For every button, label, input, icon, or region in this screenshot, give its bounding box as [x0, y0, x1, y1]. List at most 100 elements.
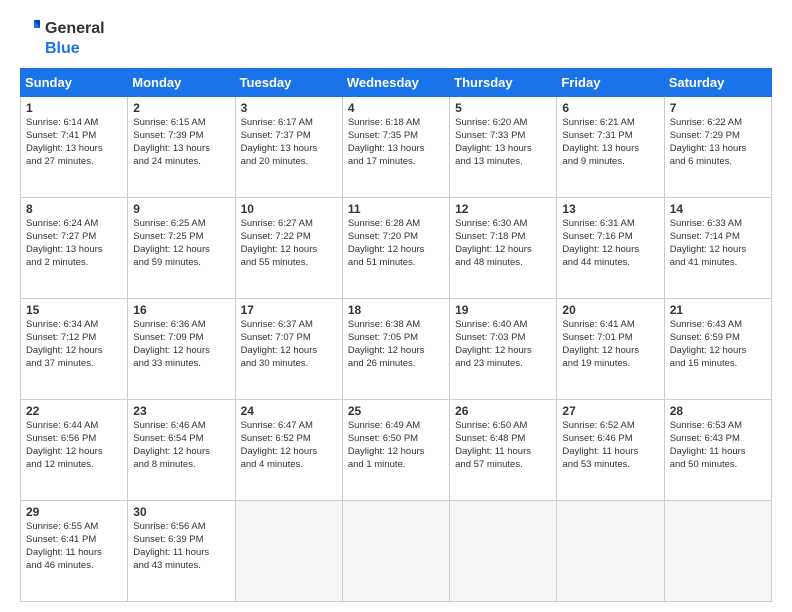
- day-info: Sunrise: 6:56 AMSunset: 6:39 PMDaylight:…: [133, 521, 229, 572]
- calendar-cell: 16Sunrise: 6:36 AMSunset: 7:09 PMDayligh…: [128, 299, 235, 400]
- day-number: 26: [455, 404, 551, 418]
- day-number: 14: [670, 202, 766, 216]
- day-number: 18: [348, 303, 444, 317]
- calendar-cell: 25 Sunrise: 6:49 AMSunset: 6:50 PMDayligh…: [342, 400, 449, 501]
- logo-blue-text: Blue: [45, 40, 105, 58]
- calendar-cell: 8 Sunrise: 6:24 AMSunset: 7:27 PMDaylight…: [21, 198, 128, 299]
- calendar-cell: 26 Sunrise: 6:50 AMSunset: 6:48 PMDayligh…: [450, 400, 557, 501]
- day-number: 20: [562, 303, 658, 317]
- day-info: Sunrise: 6:22 AMSunset: 7:29 PMDaylight:…: [670, 117, 766, 168]
- weekday-header-thursday: Thursday: [450, 69, 557, 97]
- calendar-cell: 29 Sunrise: 6:55 AMSunset: 6:41 PMDayligh…: [21, 501, 128, 602]
- day-number: 24: [241, 404, 337, 418]
- day-info: Sunrise: 6:34 AMSunset: 7:12 PMDaylight:…: [26, 319, 122, 370]
- day-number: 9: [133, 202, 229, 216]
- calendar-cell: [557, 501, 664, 602]
- calendar-cell: 15 Sunrise: 6:34 AMSunset: 7:12 PMDayligh…: [21, 299, 128, 400]
- day-info: Sunrise: 6:46 AMSunset: 6:54 PMDaylight:…: [133, 420, 229, 471]
- day-number: 12: [455, 202, 551, 216]
- day-info: Sunrise: 6:53 AMSunset: 6:43 PMDaylight:…: [670, 420, 766, 471]
- calendar-cell: 21 Sunrise: 6:43 AMSunset: 6:59 PMDayligh…: [664, 299, 771, 400]
- day-info: Sunrise: 6:44 AMSunset: 6:56 PMDaylight:…: [26, 420, 122, 471]
- day-number: 22: [26, 404, 122, 418]
- day-info: Sunrise: 6:31 AMSunset: 7:16 PMDaylight:…: [562, 218, 658, 269]
- calendar-header-row: SundayMondayTuesdayWednesdayThursdayFrid…: [21, 69, 772, 97]
- calendar-week-1: 1 Sunrise: 6:14 AMSunset: 7:41 PMDaylight…: [21, 97, 772, 198]
- day-number: 7: [670, 101, 766, 115]
- day-info: Sunrise: 6:21 AMSunset: 7:31 PMDaylight:…: [562, 117, 658, 168]
- weekday-header-monday: Monday: [128, 69, 235, 97]
- day-number: 13: [562, 202, 658, 216]
- day-info: Sunrise: 6:20 AMSunset: 7:33 PMDaylight:…: [455, 117, 551, 168]
- day-number: 5: [455, 101, 551, 115]
- calendar-cell: 9 Sunrise: 6:25 AMSunset: 7:25 PMDaylight…: [128, 198, 235, 299]
- calendar-week-3: 15 Sunrise: 6:34 AMSunset: 7:12 PMDayligh…: [21, 299, 772, 400]
- calendar-cell: 23 Sunrise: 6:46 AMSunset: 6:54 PMDayligh…: [128, 400, 235, 501]
- day-number: 1: [26, 101, 122, 115]
- day-number: 15: [26, 303, 122, 317]
- day-info: Sunrise: 6:33 AMSunset: 7:14 PMDaylight:…: [670, 218, 766, 269]
- calendar-cell: [235, 501, 342, 602]
- calendar-table: SundayMondayTuesdayWednesdayThursdayFrid…: [20, 68, 772, 602]
- calendar-cell: 4 Sunrise: 6:18 AMSunset: 7:35 PMDaylight…: [342, 97, 449, 198]
- day-number: 29: [26, 505, 122, 519]
- day-number: 10: [241, 202, 337, 216]
- calendar-cell: 24 Sunrise: 6:47 AMSunset: 6:52 PMDayligh…: [235, 400, 342, 501]
- day-number: 30: [133, 505, 229, 519]
- calendar-cell: 19 Sunrise: 6:40 AMSunset: 7:03 PMDayligh…: [450, 299, 557, 400]
- calendar-cell: 7 Sunrise: 6:22 AMSunset: 7:29 PMDaylight…: [664, 97, 771, 198]
- day-info: Sunrise: 6:41 AMSunset: 7:01 PMDaylight:…: [562, 319, 658, 370]
- day-number: 23: [133, 404, 229, 418]
- calendar-cell: [342, 501, 449, 602]
- day-number: 16: [133, 303, 229, 317]
- day-info: Sunrise: 6:40 AMSunset: 7:03 PMDaylight:…: [455, 319, 551, 370]
- day-info: Sunrise: 6:30 AMSunset: 7:18 PMDaylight:…: [455, 218, 551, 269]
- calendar-week-4: 22 Sunrise: 6:44 AMSunset: 6:56 PMDayligh…: [21, 400, 772, 501]
- logo-general-text: General: [45, 20, 105, 38]
- weekday-header-friday: Friday: [557, 69, 664, 97]
- day-number: 19: [455, 303, 551, 317]
- day-number: 27: [562, 404, 658, 418]
- day-info: Sunrise: 6:24 AMSunset: 7:27 PMDaylight:…: [26, 218, 122, 269]
- day-number: 21: [670, 303, 766, 317]
- calendar-cell: 3Sunrise: 6:17 AMSunset: 7:37 PMDaylight…: [235, 97, 342, 198]
- day-number: 11: [348, 202, 444, 216]
- day-info: Sunrise: 6:47 AMSunset: 6:52 PMDaylight:…: [241, 420, 337, 471]
- calendar-cell: 10Sunrise: 6:27 AMSunset: 7:22 PMDayligh…: [235, 198, 342, 299]
- calendar-cell: 11Sunrise: 6:28 AMSunset: 7:20 PMDayligh…: [342, 198, 449, 299]
- calendar-cell: 18 Sunrise: 6:38 AMSunset: 7:05 PMDayligh…: [342, 299, 449, 400]
- day-info: Sunrise: 6:17 AMSunset: 7:37 PMDaylight:…: [241, 117, 337, 168]
- day-number: 28: [670, 404, 766, 418]
- calendar-cell: 14 Sunrise: 6:33 AMSunset: 7:14 PMDayligh…: [664, 198, 771, 299]
- day-info: Sunrise: 6:52 AMSunset: 6:46 PMDaylight:…: [562, 420, 658, 471]
- day-number: 17: [241, 303, 337, 317]
- day-number: 8: [26, 202, 122, 216]
- calendar-cell: 27 Sunrise: 6:52 AMSunset: 6:46 PMDayligh…: [557, 400, 664, 501]
- day-info: Sunrise: 6:38 AMSunset: 7:05 PMDaylight:…: [348, 319, 444, 370]
- day-number: 2: [133, 101, 229, 115]
- day-number: 25: [348, 404, 444, 418]
- day-info: Sunrise: 6:50 AMSunset: 6:48 PMDaylight:…: [455, 420, 551, 471]
- calendar-cell: 30 Sunrise: 6:56 AMSunset: 6:39 PMDayligh…: [128, 501, 235, 602]
- page-header: General Blue: [20, 18, 772, 58]
- logo: General Blue: [20, 18, 105, 58]
- calendar-cell: 6Sunrise: 6:21 AMSunset: 7:31 PMDaylight…: [557, 97, 664, 198]
- day-info: Sunrise: 6:55 AMSunset: 6:41 PMDaylight:…: [26, 521, 122, 572]
- day-info: Sunrise: 6:43 AMSunset: 6:59 PMDaylight:…: [670, 319, 766, 370]
- logo-svg: [20, 18, 42, 40]
- day-info: Sunrise: 6:15 AMSunset: 7:39 PMDaylight:…: [133, 117, 229, 168]
- day-info: Sunrise: 6:18 AMSunset: 7:35 PMDaylight:…: [348, 117, 444, 168]
- calendar-cell: [664, 501, 771, 602]
- day-info: Sunrise: 6:49 AMSunset: 6:50 PMDaylight:…: [348, 420, 444, 471]
- day-info: Sunrise: 6:25 AMSunset: 7:25 PMDaylight:…: [133, 218, 229, 269]
- day-info: Sunrise: 6:14 AMSunset: 7:41 PMDaylight:…: [26, 117, 122, 168]
- calendar-cell: 28 Sunrise: 6:53 AMSunset: 6:43 PMDayligh…: [664, 400, 771, 501]
- calendar-body: 1 Sunrise: 6:14 AMSunset: 7:41 PMDaylight…: [21, 97, 772, 602]
- weekday-header-sunday: Sunday: [21, 69, 128, 97]
- day-info: Sunrise: 6:37 AMSunset: 7:07 PMDaylight:…: [241, 319, 337, 370]
- calendar-cell: 2 Sunrise: 6:15 AMSunset: 7:39 PMDaylight…: [128, 97, 235, 198]
- calendar-cell: 5 Sunrise: 6:20 AMSunset: 7:33 PMDaylight…: [450, 97, 557, 198]
- day-number: 4: [348, 101, 444, 115]
- calendar-cell: 17 Sunrise: 6:37 AMSunset: 7:07 PMDayligh…: [235, 299, 342, 400]
- weekday-header-saturday: Saturday: [664, 69, 771, 97]
